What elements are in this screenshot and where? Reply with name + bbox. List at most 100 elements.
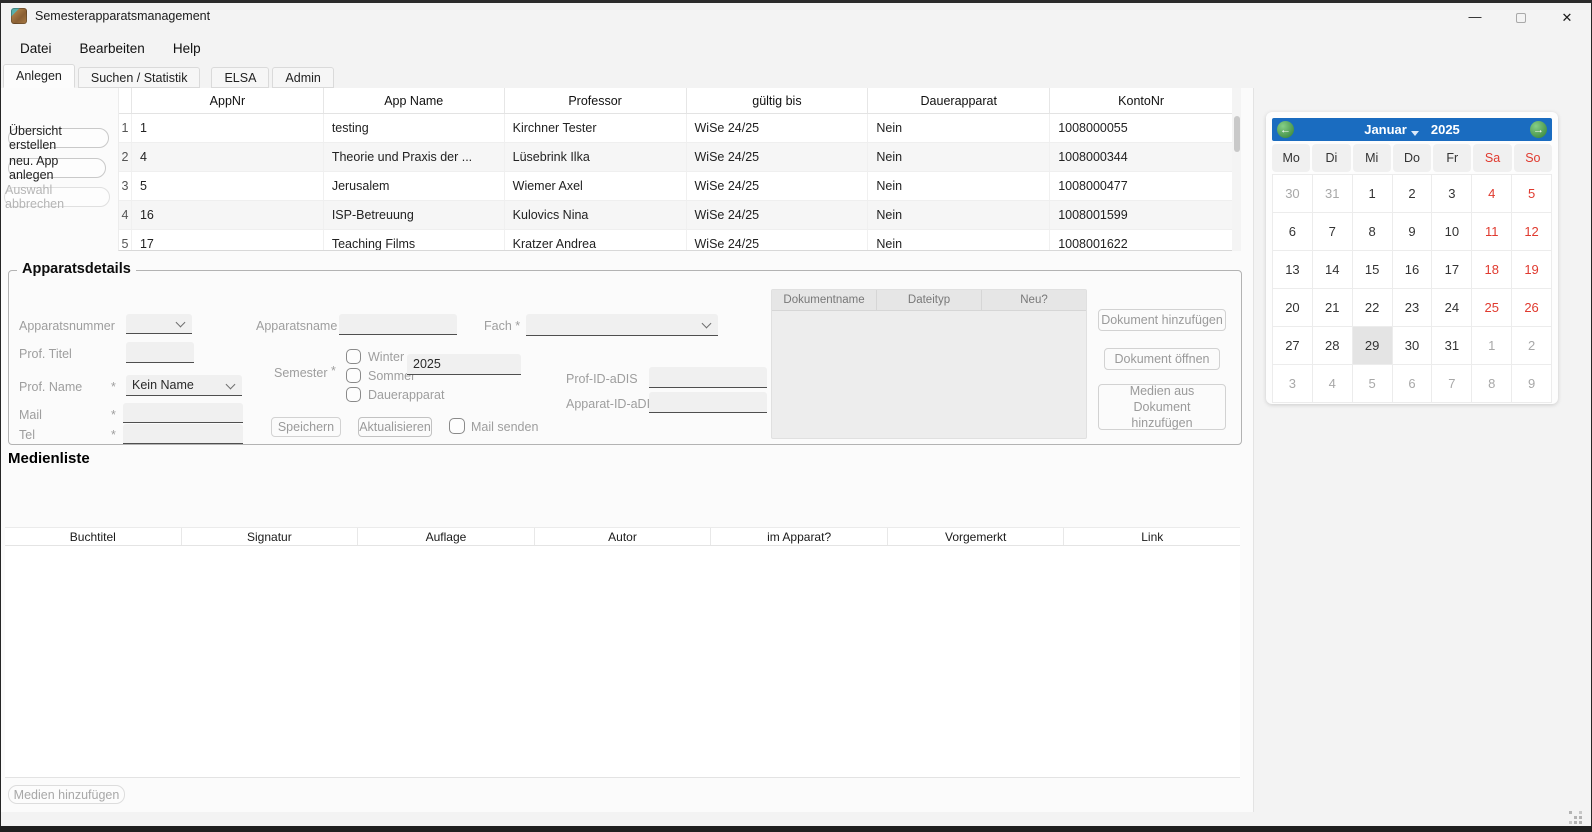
calendar-day[interactable]: 20 [1273,289,1312,326]
maximize-button[interactable] [1498,3,1544,33]
calendar-day[interactable]: 8 [1472,365,1511,402]
column-header-im-apparat[interactable]: im Apparat? [711,528,888,545]
apparatsname-field[interactable] [339,314,457,335]
column-header-app-name[interactable]: App Name [324,88,505,113]
calendar-day[interactable]: 5 [1353,365,1392,402]
calendar-day[interactable]: 6 [1273,213,1312,250]
calendar-day[interactable]: 10 [1432,213,1471,250]
calendar-day[interactable]: 25 [1472,289,1511,326]
column-header-kontonr[interactable]: KontoNr [1050,88,1232,113]
calendar-day[interactable]: 4 [1313,365,1352,402]
resize-grip-icon[interactable] [1569,811,1572,814]
calendar-day[interactable]: 14 [1313,251,1352,288]
calendar-month-selector[interactable]: Januar 2025 [1294,122,1530,137]
close-button[interactable]: ✕ [1544,3,1590,33]
table-row[interactable]: 24Theorie und Praxis der ...Lüsebrink Il… [119,143,1232,172]
calendar-day[interactable]: 30 [1393,327,1432,364]
medien-aus-dokument-button[interactable]: Medien aus Dokument hinzufügen [1098,384,1226,430]
fach-combobox[interactable] [526,314,718,336]
calendar-day[interactable]: 2 [1512,327,1551,364]
minimize-button[interactable]: — [1452,3,1498,33]
medien-hinzufuegen-button[interactable]: Medien hinzufügen [8,785,125,804]
calendar-day[interactable]: 30 [1273,175,1312,212]
app-table-scrollbar[interactable] [1232,88,1241,251]
tab-admin[interactable]: Admin [272,67,333,88]
menu-help[interactable]: Help [159,36,215,61]
column-header-signatur[interactable]: Signatur [182,528,359,545]
calendar-day-today[interactable]: 29 [1353,327,1392,364]
mail-field[interactable] [123,403,243,423]
calendar-day[interactable]: 5 [1512,175,1551,212]
previous-month-button[interactable]: ← [1277,121,1294,138]
semester-year-field[interactable]: 2025 [407,354,521,375]
dokument-hinzufuegen-button[interactable]: Dokument hinzufügen [1098,309,1226,331]
table-row[interactable]: 35JerusalemWiemer AxelWiSe 24/25Nein1008… [119,172,1232,201]
menu-datei[interactable]: Datei [6,36,66,61]
apparatsnummer-combobox[interactable] [126,314,192,334]
aktualisieren-button[interactable]: Aktualisieren [358,417,432,437]
column-header-dauerapparat[interactable]: Dauerapparat [868,88,1050,113]
calendar-day[interactable]: 3 [1432,175,1471,212]
column-header-link[interactable]: Link [1064,528,1240,545]
auswahl-abbrechen-button[interactable]: Auswahl abbrechen [4,187,110,207]
table-row[interactable]: 517Teaching FilmsKratzer AndreaWiSe 24/2… [119,230,1232,251]
calendar-day[interactable]: 7 [1432,365,1471,402]
neu-app-anlegen-button[interactable]: neu. App anlegen [8,158,106,178]
calendar-day[interactable]: 17 [1432,251,1471,288]
column-header-professor[interactable]: Professor [505,88,687,113]
calendar-day[interactable]: 7 [1313,213,1352,250]
next-month-button[interactable]: → [1530,121,1547,138]
calendar-day[interactable]: 1 [1353,175,1392,212]
menu-bearbeiten[interactable]: Bearbeiten [66,36,159,61]
calendar-day[interactable]: 28 [1313,327,1352,364]
column-header-gueltig-bis[interactable]: gültig bis [687,88,869,113]
prof-id-adis-field[interactable] [649,367,767,388]
column-header-dokumentname[interactable]: Dokumentname [772,290,877,311]
calendar-day[interactable]: 19 [1512,251,1551,288]
uebersicht-erstellen-button[interactable]: Übersicht erstellen [8,128,109,148]
calendar-day[interactable]: 11 [1472,213,1511,250]
calendar-day[interactable]: 24 [1432,289,1471,326]
calendar-day[interactable]: 3 [1273,365,1312,402]
apparat-id-adis-field[interactable] [649,392,767,413]
mail-senden-checkbox[interactable] [449,418,465,434]
column-header-auflage[interactable]: Auflage [358,528,535,545]
calendar-day[interactable]: 16 [1393,251,1432,288]
calendar-day[interactable]: 27 [1273,327,1312,364]
calendar-day[interactable]: 1 [1472,327,1511,364]
prof-titel-field[interactable] [126,342,194,363]
sommer-radio[interactable] [346,368,361,383]
calendar-day[interactable]: 2 [1393,175,1432,212]
tab-elsa[interactable]: ELSA [211,67,269,88]
tab-suchen-statistik[interactable]: Suchen / Statistik [78,67,201,88]
calendar-day[interactable]: 18 [1472,251,1511,288]
column-header-appnr[interactable]: AppNr [132,88,324,113]
column-header-buchtitel[interactable]: Buchtitel [5,528,182,545]
calendar-day[interactable]: 26 [1512,289,1551,326]
calendar-day[interactable]: 21 [1313,289,1352,326]
calendar-day[interactable]: 12 [1512,213,1551,250]
column-header-autor[interactable]: Autor [535,528,712,545]
calendar-day[interactable]: 6 [1393,365,1432,402]
calendar-day[interactable]: 31 [1432,327,1471,364]
calendar-day[interactable]: 4 [1472,175,1511,212]
prof-name-combobox[interactable]: Kein Name [126,375,242,396]
column-header-neu[interactable]: Neu? [982,290,1086,311]
speichern-button[interactable]: Speichern [271,417,341,437]
table-row[interactable]: 11testingKirchner TesterWiSe 24/25Nein10… [119,114,1232,143]
dokument-oeffnen-button[interactable]: Dokument öffnen [1104,348,1220,370]
dauerapparat-radio[interactable] [346,387,361,402]
tab-anlegen[interactable]: Anlegen [3,64,75,88]
scrollbar-thumb[interactable] [1234,116,1240,152]
tel-field[interactable] [123,424,243,444]
column-header-vorgemerkt[interactable]: Vorgemerkt [888,528,1065,545]
calendar-day[interactable]: 23 [1393,289,1432,326]
column-header-dateityp[interactable]: Dateityp [877,290,982,311]
calendar-day[interactable]: 31 [1313,175,1352,212]
calendar-day[interactable]: 9 [1512,365,1551,402]
calendar-day[interactable]: 15 [1353,251,1392,288]
calendar-day[interactable]: 9 [1393,213,1432,250]
winter-radio[interactable] [346,349,361,364]
table-row[interactable]: 416ISP-BetreuungKulovics NinaWiSe 24/25N… [119,201,1232,230]
calendar-day[interactable]: 8 [1353,213,1392,250]
